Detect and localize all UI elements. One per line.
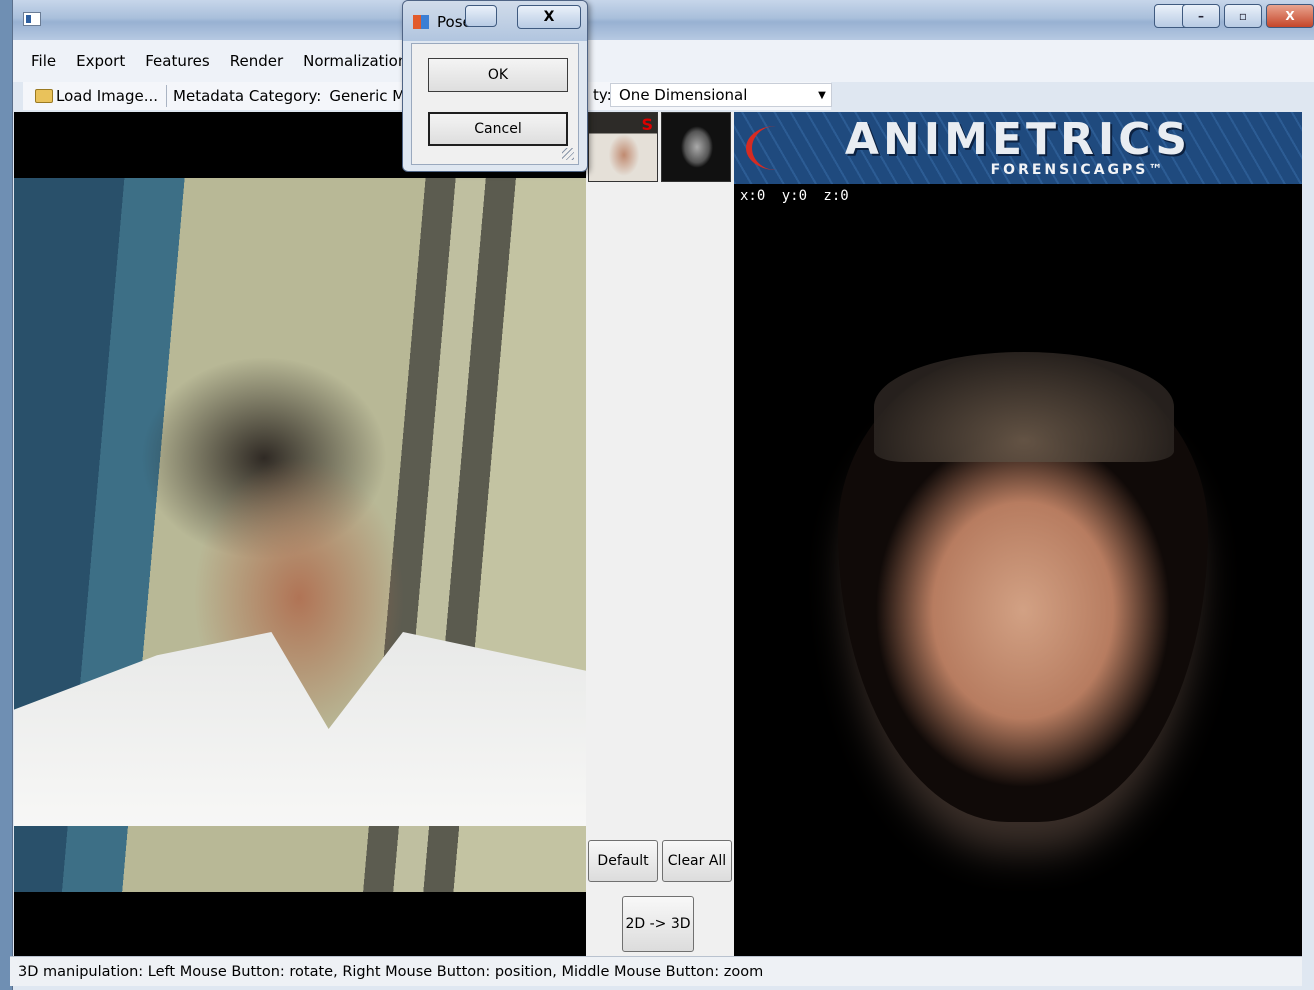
menu-bar: File Export Features Render Normalizatio… [13, 40, 1314, 82]
selected-mark: S [641, 115, 653, 134]
status-text: 3D manipulation: Left Mouse Button: rota… [18, 963, 764, 980]
maximize-button[interactable]: ▫ [1224, 4, 1262, 28]
caption-buttons: – ▫ X [1182, 4, 1314, 28]
dialog-body: OK Cancel [411, 43, 579, 165]
middle-panel: S Default Clear All 2D -> 3D [586, 112, 734, 956]
folder-open-icon [35, 89, 53, 103]
pose-dialog: Pose X OK Cancel [402, 0, 588, 172]
coordinate-readout: x:0 y:0 z:0 [740, 188, 849, 204]
photo-thumbnail[interactable]: S [588, 112, 658, 182]
menu-features[interactable]: Features [145, 52, 210, 70]
modality-value: One Dimensional [619, 86, 748, 104]
metadata-category-label: Metadata Category: [173, 87, 322, 105]
dialog-close-button[interactable]: X [517, 5, 581, 29]
clear-all-button[interactable]: Clear All [662, 840, 732, 882]
banner-subtitle: FORENSICAGPS™ [990, 162, 1166, 178]
3d-face-hair [874, 352, 1174, 462]
render-3d-panel[interactable]: ANIMETRICS FORENSICAGPS™ x:0 y:0 z:0 [734, 112, 1302, 956]
default-button[interactable]: Default [588, 840, 658, 882]
cancel-button[interactable]: Cancel [428, 112, 568, 146]
head-model-thumbnail[interactable] [661, 112, 731, 182]
dialog-title-bar[interactable]: Pose X [403, 1, 587, 41]
source-image-panel[interactable] [14, 112, 586, 956]
modality-dropdown[interactable]: One Dimensional ▼ [610, 83, 832, 107]
app-icon [23, 12, 41, 26]
partial-label: ty: [593, 86, 612, 104]
dialog-app-icon [413, 15, 429, 29]
banner-title: ANIMETRICS [844, 114, 1192, 165]
menu-render[interactable]: Render [230, 52, 283, 70]
resize-grip-icon[interactable] [562, 148, 574, 160]
minimize-button[interactable]: – [1182, 4, 1220, 28]
title-bar[interactable]: – ▫ X [13, 0, 1314, 40]
load-image-button[interactable]: Load Image... [23, 85, 168, 107]
menu-file[interactable]: File [31, 52, 56, 70]
convert-2d-3d-button[interactable]: 2D -> 3D [622, 896, 694, 952]
animetrics-banner: ANIMETRICS FORENSICAGPS™ [734, 112, 1302, 184]
menu-export[interactable]: Export [76, 52, 125, 70]
chevron-down-icon[interactable]: ▼ [813, 90, 831, 101]
close-button[interactable]: X [1266, 4, 1314, 28]
logo-arc-icon [746, 126, 806, 170]
load-image-label: Load Image... [56, 87, 159, 105]
ok-button[interactable]: OK [428, 58, 568, 92]
status-bar: 3D manipulation: Left Mouse Button: rota… [10, 956, 1302, 986]
dialog-snap-button[interactable] [465, 5, 497, 27]
menu-normalization[interactable]: Normalization [303, 52, 407, 70]
